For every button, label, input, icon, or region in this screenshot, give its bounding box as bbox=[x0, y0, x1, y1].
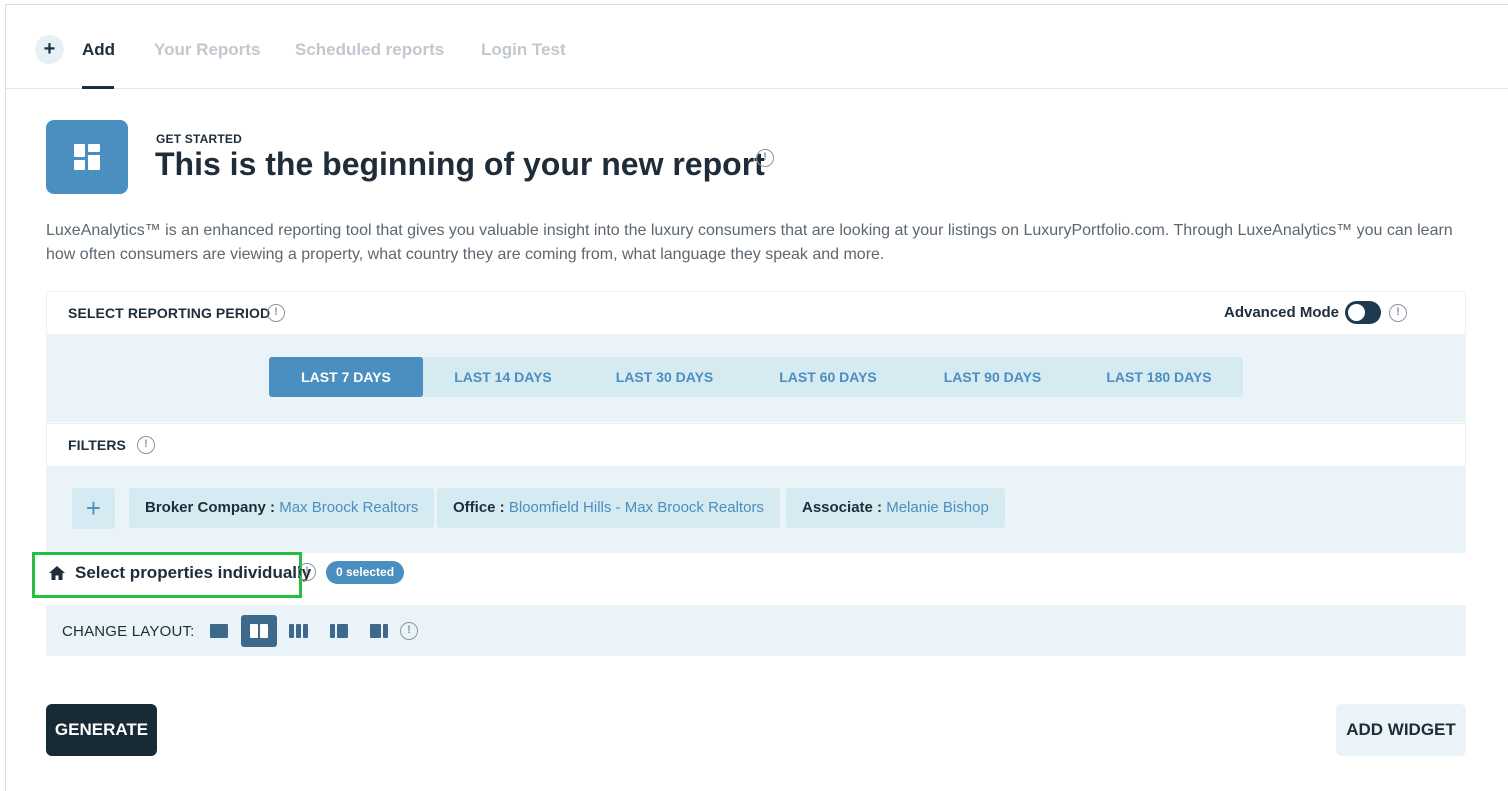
info-icon[interactable]: ! bbox=[298, 563, 316, 581]
change-layout-bar: CHANGE LAYOUT: ! bbox=[46, 605, 1466, 656]
info-icon[interactable]: ! bbox=[756, 149, 774, 167]
page-description: LuxeAnalytics™ is an enhanced reporting … bbox=[46, 222, 1453, 263]
tab-bar: + Add Your Reports Scheduled reports Log… bbox=[6, 5, 1508, 89]
filter-chip-associate[interactable]: Associate : Melanie Bishop bbox=[786, 488, 1005, 528]
add-filter-button[interactable]: + bbox=[72, 488, 115, 529]
plus-icon[interactable]: + bbox=[35, 35, 64, 64]
filter-chip-broker-company[interactable]: Broker Company : Max Broock Realtors bbox=[129, 488, 435, 528]
period-selector: LAST 7 DAYS LAST 14 DAYS LAST 30 DAYS LA… bbox=[269, 357, 1243, 397]
tab-login-test[interactable]: Login Test bbox=[481, 40, 566, 60]
page-title: This is the beginning of your new report bbox=[155, 146, 765, 182]
two-column-icon[interactable] bbox=[241, 615, 277, 647]
filters-panel: FILTERS ! + Broker Company : Max Broock … bbox=[46, 423, 1466, 553]
tab-scheduled-reports[interactable]: Scheduled reports bbox=[295, 40, 444, 60]
advanced-mode-toggle[interactable] bbox=[1345, 301, 1381, 324]
layout-grid-icon bbox=[46, 120, 128, 194]
info-icon[interactable]: ! bbox=[267, 304, 285, 322]
filter-key: Associate : bbox=[802, 499, 883, 516]
narrow-wide-icon[interactable] bbox=[321, 615, 357, 647]
change-layout-label: CHANGE LAYOUT: bbox=[62, 623, 195, 640]
period-last-7-days[interactable]: LAST 7 DAYS bbox=[269, 357, 423, 397]
period-last-60-days[interactable]: LAST 60 DAYS bbox=[746, 357, 910, 397]
filter-value: Melanie Bishop bbox=[886, 499, 989, 516]
generate-button[interactable]: GENERATE bbox=[46, 704, 157, 756]
reporting-period-label: SELECT REPORTING PERIOD bbox=[68, 305, 271, 321]
filter-key: Broker Company : bbox=[145, 499, 276, 516]
add-widget-button[interactable]: ADD WIDGET bbox=[1336, 704, 1466, 756]
page-kicker: GET STARTED bbox=[156, 132, 242, 146]
three-column-icon[interactable] bbox=[281, 615, 317, 647]
info-icon[interactable]: ! bbox=[400, 622, 418, 640]
tab-your-reports[interactable]: Your Reports bbox=[154, 40, 260, 60]
select-properties-link[interactable]: Select properties individually bbox=[75, 563, 311, 583]
home-icon bbox=[49, 566, 65, 580]
advanced-mode-label: Advanced Mode bbox=[1224, 304, 1340, 321]
filters-label: FILTERS bbox=[68, 437, 126, 453]
report-builder-page: + Add Your Reports Scheduled reports Log… bbox=[5, 4, 1508, 791]
info-icon[interactable]: ! bbox=[137, 436, 155, 454]
tab-add[interactable]: Add bbox=[82, 40, 115, 60]
selected-count-badge: 0 selected bbox=[326, 561, 405, 584]
period-last-90-days[interactable]: LAST 90 DAYS bbox=[910, 357, 1075, 397]
reporting-period-panel: SELECT REPORTING PERIOD ! Advanced Mode … bbox=[46, 291, 1466, 422]
filter-value: Max Broock Realtors bbox=[279, 499, 419, 516]
period-last-180-days[interactable]: LAST 180 DAYS bbox=[1075, 357, 1243, 397]
one-column-icon[interactable] bbox=[201, 615, 237, 647]
filter-value: Bloomfield Hills - Max Broock Realtors bbox=[508, 499, 764, 516]
filter-key: Office : bbox=[453, 499, 505, 516]
period-last-30-days[interactable]: LAST 30 DAYS bbox=[583, 357, 746, 397]
period-last-14-days[interactable]: LAST 14 DAYS bbox=[423, 357, 583, 397]
active-tab-indicator bbox=[82, 86, 114, 89]
wide-narrow-icon[interactable] bbox=[361, 615, 397, 647]
info-icon[interactable]: ! bbox=[1389, 304, 1407, 322]
filter-chip-office[interactable]: Office : Bloomfield Hills - Max Broock R… bbox=[437, 488, 780, 528]
